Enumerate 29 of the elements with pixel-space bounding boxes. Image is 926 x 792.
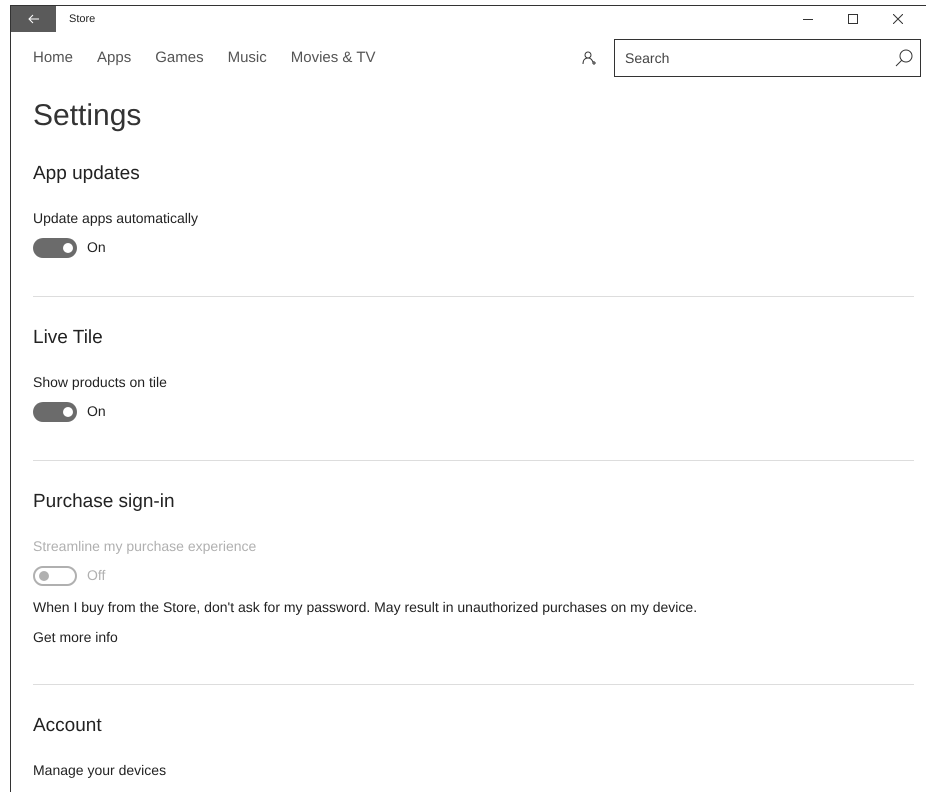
search-icon[interactable] — [895, 49, 913, 67]
maximize-icon — [848, 14, 858, 24]
toggle-label: Update apps automatically — [33, 209, 199, 227]
description-text: When I buy from the Store, don't ask for my password. May result in unauthorized purchases on my device. — [33, 598, 698, 616]
nav-link[interactable]: Movies & TV — [290, 46, 376, 70]
section-heading: Purchase sign-in — [33, 490, 176, 514]
section-heading: App updates — [33, 162, 141, 186]
settings-link[interactable]: Manage your devices — [33, 761, 166, 779]
section-heading: Live Tile — [33, 326, 104, 350]
nav-link[interactable]: Home — [33, 46, 74, 70]
nav-link[interactable]: Games — [155, 46, 204, 70]
window-title: Store — [69, 12, 96, 27]
section-heading: Account — [33, 714, 103, 738]
toggle-switch[interactable] — [33, 402, 77, 422]
nav-link[interactable]: Apps — [97, 46, 132, 70]
search-field[interactable]: Search — [614, 39, 921, 77]
settings-link[interactable]: Get more info — [33, 628, 118, 646]
toggle-label: Streamline my purchase experience — [33, 537, 258, 555]
nav-link[interactable]: Music — [228, 46, 267, 70]
back-arrow-icon — [28, 14, 40, 24]
add-user-icon[interactable] — [582, 50, 598, 66]
toggle-state: Off — [87, 566, 106, 585]
page-title: Settings — [33, 98, 142, 134]
toggle-state: On — [87, 402, 106, 421]
toggle-label: Show products on tile — [33, 373, 168, 391]
toggle-switch[interactable] — [33, 238, 77, 258]
toggle-state: On — [87, 238, 106, 257]
minimize-icon — [802, 18, 812, 20]
close-icon — [892, 14, 902, 24]
